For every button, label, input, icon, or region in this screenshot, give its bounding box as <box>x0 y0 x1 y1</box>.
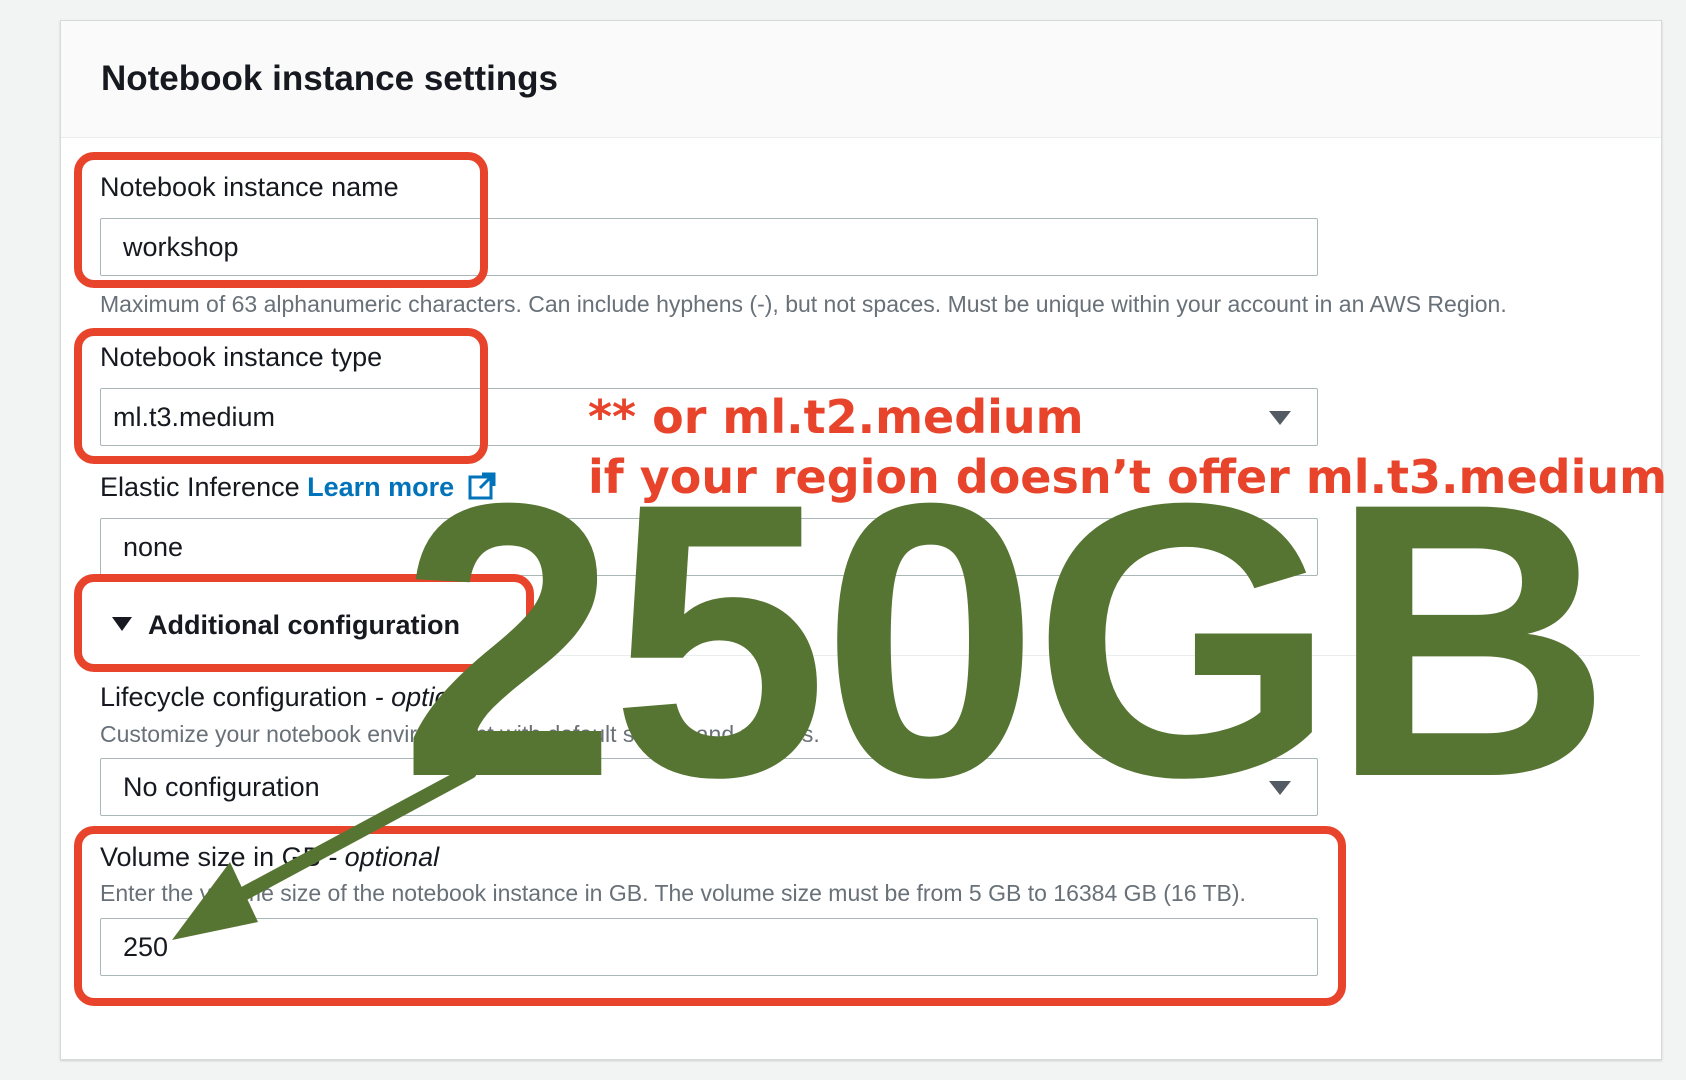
panel-header: Notebook instance settings <box>61 21 1661 138</box>
elastic-inference-label-text: Elastic Inference <box>100 472 300 502</box>
volume-size-callout: 250GB <box>400 422 1612 858</box>
lifecycle-value: No configuration <box>123 772 320 802</box>
instance-name-hint: Maximum of 63 alphanumeric characters. C… <box>100 291 1507 317</box>
panel-title: Notebook instance settings <box>101 59 559 98</box>
lifecycle-label-text: Lifecycle configuration <box>100 682 368 712</box>
elastic-inference-value: none <box>123 532 184 562</box>
highlight-instance-name <box>74 152 488 288</box>
